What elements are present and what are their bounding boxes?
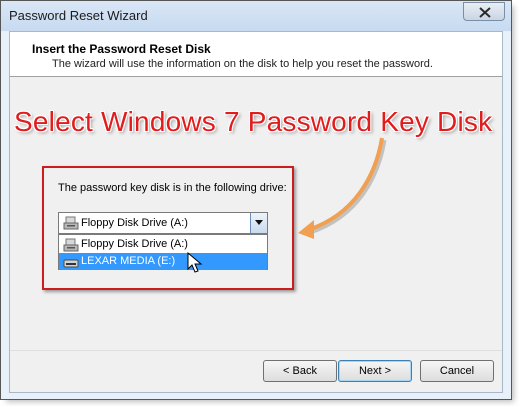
floppy-drive-icon [63,216,79,230]
drive-option-floppy[interactable]: Floppy Disk Drive (A:) [59,236,267,253]
drive-option-label: Floppy Disk Drive (A:) [81,238,188,250]
drive-option-label: LEXAR MEDIA (E:) [81,255,176,267]
page-title: Insert the Password Reset Disk [32,42,211,56]
close-icon [479,7,491,18]
drive-label: The password key disk is in the followin… [58,182,287,194]
window-title: Password Reset Wizard [9,8,148,23]
drive-dropdown-list: Floppy Disk Drive (A:) LEXAR MEDIA (E:) [58,234,268,270]
next-button[interactable]: Next > [338,360,412,382]
mouse-pointer-icon [187,252,203,273]
usb-drive-icon [63,259,79,268]
wizard-header: Insert the Password Reset Disk The wizar… [10,32,502,77]
drive-select[interactable]: Floppy Disk Drive (A:) [58,212,268,234]
page-description: The wizard will use the information on t… [52,58,433,70]
annotation-arrow-icon [298,137,387,239]
drive-select-value: Floppy Disk Drive (A:) [81,217,188,229]
drive-option-lexar[interactable]: LEXAR MEDIA (E:) [59,253,267,270]
drive-select-toggle[interactable] [250,213,267,233]
annotation-caption: Select Windows 7 Password Key Disk [14,106,493,137]
close-button[interactable] [463,2,505,21]
screenshot: Password Reset Wizard Insert the Passwor… [0,0,520,406]
title-bar[interactable]: Password Reset Wizard [1,1,511,31]
chevron-down-icon [255,220,263,225]
back-button[interactable]: < Back [263,360,337,382]
cancel-button[interactable]: Cancel [420,360,494,382]
footer-divider [10,350,502,351]
floppy-drive-icon [63,238,79,252]
